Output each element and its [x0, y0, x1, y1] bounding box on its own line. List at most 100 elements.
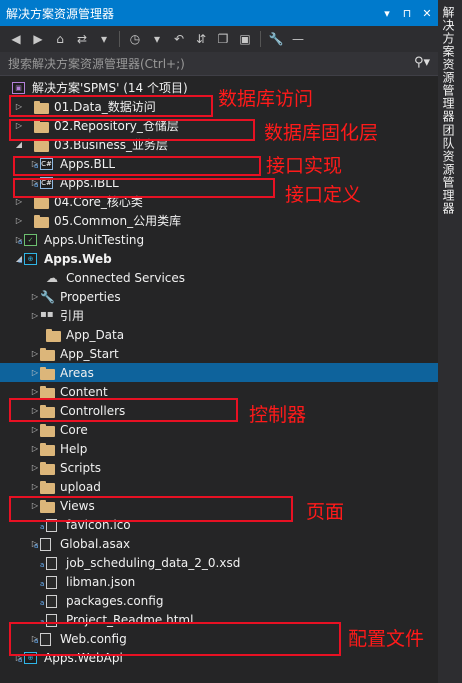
tree-row-app-start[interactable]: ▷ App_Start: [0, 344, 438, 363]
highlight-box-bll: [13, 156, 261, 176]
tree-row-areas[interactable]: ▷ Areas: [0, 363, 438, 382]
references-icon: ▪▪: [40, 308, 54, 320]
tree-row-apps-unittesting[interactable]: ▷ a ✓ Apps.UnitTesting: [0, 230, 438, 249]
tree-label: packages.config: [66, 593, 164, 608]
dropdown-icon[interactable]: ▾: [376, 0, 398, 26]
collapse-icon[interactable]: ◢: [14, 140, 24, 149]
expand-icon[interactable]: ▷: [30, 387, 40, 396]
wrench-icon: 🔧: [40, 289, 55, 304]
show-all-icon[interactable]: ▣: [235, 29, 255, 49]
tree-label: upload: [60, 479, 101, 494]
expand-icon[interactable]: ▷: [14, 197, 24, 206]
tree-label: 引用: [60, 309, 85, 323]
toolbar: ◀ ▶ ⌂ ⇄ ▾ ◷ ▾ ↶ ⇵ ❐ ▣ 🔧 —: [0, 26, 438, 52]
annotation-repository: 数据库固化层: [264, 122, 379, 144]
expand-icon[interactable]: ▷: [30, 482, 40, 491]
window-titlebar: 解决方案资源管理器: [0, 0, 438, 26]
annotation-data: 数据库访问: [218, 88, 314, 110]
search-input[interactable]: 搜索解决方案资源管理器(Ctrl+;) ⚲▾: [0, 52, 438, 76]
dropdown-icon[interactable]: ▾: [94, 29, 114, 49]
sync-icon[interactable]: ⇄: [72, 29, 92, 49]
tree-label: Properties: [60, 289, 121, 304]
tree-row-05-common[interactable]: ▷ 05.Common_公用类库: [0, 211, 438, 230]
window-title: 解决方案资源管理器: [6, 6, 115, 21]
expand-icon[interactable]: ▷: [30, 292, 40, 301]
tree-label: 05.Common_公用类库: [54, 214, 182, 228]
annotation-ibll: 接口定义: [285, 184, 362, 206]
tree-row-apps-web[interactable]: ◢ a ⊕ Apps.Web: [0, 249, 438, 268]
annotation-bll: 接口实现: [266, 155, 343, 177]
history-icon[interactable]: ◷: [125, 29, 145, 49]
folder-icon: [40, 347, 56, 361]
undo-icon[interactable]: ↶: [169, 29, 189, 49]
tree-label: Apps.UnitTesting: [44, 232, 145, 247]
copy-icon[interactable]: ❐: [213, 29, 233, 49]
folder-icon: [40, 423, 56, 437]
annotation-views: 页面: [306, 501, 345, 523]
search-placeholder: 搜索解决方案资源管理器(Ctrl+;): [8, 57, 185, 71]
expand-icon[interactable]: ▷: [14, 216, 24, 225]
tree-label: libman.json: [66, 574, 136, 589]
folder-icon: [40, 480, 56, 494]
close-icon[interactable]: ✕: [416, 0, 438, 26]
expand-icon[interactable]: ▷: [30, 463, 40, 472]
toolbar-separator: [260, 31, 261, 47]
tree-row-core[interactable]: ▷ Core: [0, 420, 438, 439]
annotation-controllers: 控制器: [249, 404, 307, 426]
highlight-box-views: [9, 496, 293, 522]
folder-icon: [46, 328, 62, 342]
tree-row-xsd[interactable]: a job_scheduling_data_2_0.xsd: [0, 553, 438, 572]
folder-icon: [40, 366, 56, 380]
solution-icon: ▣: [12, 81, 28, 95]
tree-row-properties[interactable]: ▷ 🔧 Properties: [0, 287, 438, 306]
tree-label: App_Start: [60, 346, 119, 361]
tree-row-scripts[interactable]: ▷ Scripts: [0, 458, 438, 477]
tree-label: Apps.Web: [44, 251, 112, 266]
expand-icon[interactable]: ▷: [30, 311, 40, 320]
folder-icon: [40, 385, 56, 399]
wrench-icon[interactable]: 🔧: [266, 29, 286, 49]
xsd-file-icon: a: [40, 556, 62, 570]
folder-icon: [40, 461, 56, 475]
home-icon[interactable]: ⌂: [50, 29, 70, 49]
tree-row-references[interactable]: ▷ ▪▪ 引用: [0, 306, 438, 325]
annotation-config: 配置文件: [348, 628, 425, 650]
tree-label: Core: [60, 422, 88, 437]
test-project-icon: a ✓: [18, 233, 40, 247]
tree-row-global-asax[interactable]: ▷ a Global.asax: [0, 534, 438, 553]
expand-icon[interactable]: ▷: [30, 444, 40, 453]
search-icon[interactable]: ⚲▾: [414, 55, 430, 70]
web-project-icon: a ⊕: [18, 252, 40, 266]
forward-icon[interactable]: ▶: [28, 29, 48, 49]
tab-team-explorer[interactable]: 团队资源管理器: [440, 124, 457, 215]
expand-icon[interactable]: ▷: [30, 349, 40, 358]
expand-icon[interactable]: ▷: [30, 425, 40, 434]
toolbar-separator: [119, 31, 120, 47]
highlight-box-ibll: [13, 178, 275, 198]
expand-icon[interactable]: ▷: [30, 368, 40, 377]
pin-icon[interactable]: ⊓: [396, 0, 418, 26]
folder-icon: [34, 214, 50, 228]
tree-label: Scripts: [60, 460, 102, 475]
minus-icon[interactable]: —: [288, 29, 308, 49]
tree-row-help[interactable]: ▷ Help: [0, 439, 438, 458]
tree-label: Global.asax: [60, 536, 131, 551]
tree-row-app-data[interactable]: App_Data: [0, 325, 438, 344]
highlight-box-controllers: [9, 398, 238, 422]
highlight-box-data: [9, 95, 213, 117]
tree-row-connected-services[interactable]: ☁ Connected Services: [0, 268, 438, 287]
tree-label: job_scheduling_data_2_0.xsd: [66, 555, 241, 570]
tree-row-upload[interactable]: ▷ upload: [0, 477, 438, 496]
collapse-icon[interactable]: ⇵: [191, 29, 211, 49]
json-file-icon: a: [40, 575, 62, 589]
side-tab-strip: 解决方案资源管理器 团队资源管理器: [438, 0, 462, 683]
tree-label: 解决方案'SPMS' (14 个项目): [32, 81, 188, 95]
back-icon[interactable]: ◀: [6, 29, 26, 49]
tree-label: Help: [60, 441, 88, 456]
tree-row-packages-config[interactable]: a packages.config: [0, 591, 438, 610]
tab-solution-explorer[interactable]: 解决方案资源管理器: [440, 6, 457, 123]
tree-label: App_Data: [66, 327, 125, 342]
dropdown-icon[interactable]: ▾: [147, 29, 167, 49]
tree-row-libman[interactable]: a libman.json: [0, 572, 438, 591]
highlight-box-repository: [9, 119, 255, 141]
